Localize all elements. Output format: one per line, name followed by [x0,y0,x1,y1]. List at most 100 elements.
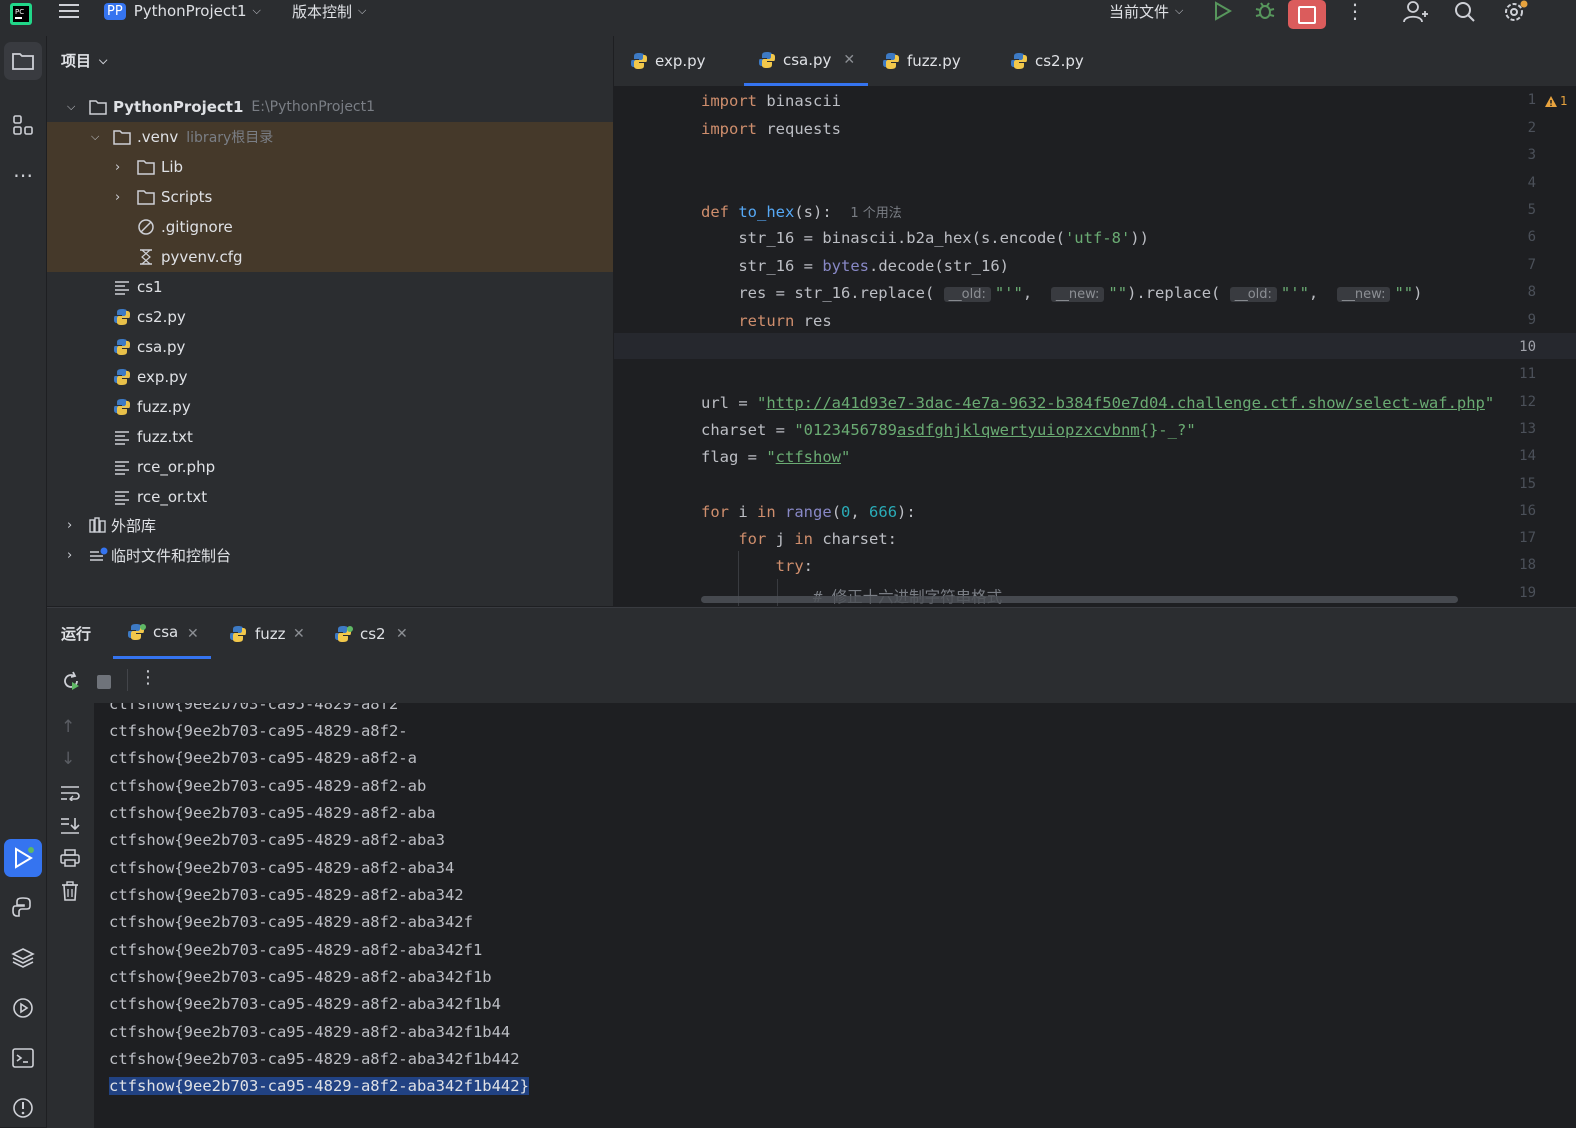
tree-item-gitignore[interactable]: .gitignore [47,212,613,242]
tree-item-cs1[interactable]: cs1 [47,272,613,302]
stop-icon[interactable] [97,675,111,689]
close-icon[interactable]: ✕ [396,608,408,659]
python-console-button[interactable] [4,889,42,927]
project-path: E:\PythonProject1 [251,99,376,115]
add-user-icon[interactable] [1402,0,1428,24]
chevron-right-icon: › [67,517,73,533]
project-tool-button[interactable] [4,42,42,80]
close-icon[interactable]: ✕ [187,608,199,659]
stop-button[interactable] [1288,0,1326,29]
param-hint: __old: [943,287,991,302]
horizontal-scrollbar[interactable] [701,596,1458,603]
arrow-down-icon[interactable]: ↓ [61,749,75,769]
tree-item-label: 外部库 [111,516,157,535]
current-line-highlight [614,333,1576,359]
run-tab-label: cs2 [360,624,386,643]
search-icon[interactable] [1454,0,1476,24]
tree-item-label: Lib [161,158,184,176]
code-line[interactable]: str_16 = bytes.decode(str_16) [701,257,1009,275]
rerun-icon[interactable] [61,671,81,695]
print-icon[interactable] [60,849,80,871]
problems-button[interactable] [4,1089,42,1127]
terminal-button[interactable] [4,1039,42,1077]
close-icon[interactable]: ✕ [843,52,855,68]
code-line[interactable]: charset = "0123456789asdfghjklqwertyuiop… [701,421,1196,439]
tree-item-fuzz-py[interactable]: fuzz.py [47,392,613,422]
tab-label: fuzz.py [907,52,961,70]
console-line: ctfshow{9ee2b703-ca95-4829-a8f2-aba342 [109,886,464,904]
tab-fuzz-py[interactable]: fuzz.py [882,36,961,86]
more-actions-icon[interactable]: ⋮ [139,667,157,688]
code-line[interactable]: def to_hex(s): 1 个用法 [701,202,902,221]
project-selector[interactable]: PP PythonProject1 ⌵ [104,0,261,22]
code-line[interactable]: for j in charset: [701,530,897,548]
run-tool-button[interactable] [4,839,42,877]
main-menu-icon[interactable] [58,0,80,22]
usage-hint[interactable]: 1 个用法 [850,206,901,221]
tree-item-rce-or-php[interactable]: rce_or.php [47,452,613,482]
url-string[interactable]: http://a41d93e7-3dac-4e7a-9632-b384f50e7… [766,394,1485,412]
charset-digits: 0123456789 [803,421,897,439]
soft-wrap-icon[interactable] [60,785,80,805]
python-packages-button[interactable] [4,939,42,977]
tree-item-pyvenv-cfg[interactable]: pyvenv.cfg [47,242,613,272]
trash-icon[interactable] [61,881,79,905]
tree-item-label: 临时文件和控制台 [111,546,232,565]
tab-exp-py[interactable]: exp.py [630,36,706,86]
code-line[interactable]: import requests [701,120,841,138]
python-file-icon [114,309,130,325]
run-tab-fuzz[interactable]: fuzz [229,608,286,659]
console-output[interactable]: ctfshow{9ee2b703-ca95-4829-a8f2 ctfshow{… [94,703,1576,1128]
more-tools-icon[interactable]: ⋯ [4,156,42,194]
project-panel-header[interactable]: 项目 ⌵ [61,50,107,71]
services-button[interactable] [4,989,42,1027]
warning-icon [1545,95,1557,107]
tree-item-external-libraries[interactable]: › 外部库 [47,510,613,540]
services-icon [13,998,33,1018]
code-line[interactable]: url = "http://a41d93e7-3dac-4e7a-9632-b3… [701,394,1494,412]
settings-gear-icon[interactable] [1502,0,1528,24]
code-line[interactable]: for i in range(0, 666): [701,503,916,521]
python-file-icon [1011,53,1027,69]
tree-item-csa-py[interactable]: csa.py [47,332,613,362]
tree-item-cs2-py[interactable]: cs2.py [47,302,613,332]
code-line[interactable]: flag = "ctfshow" [701,448,850,466]
structure-tool-button[interactable] [4,106,42,144]
text-file-icon [115,281,129,295]
tree-item-scripts[interactable]: › Scripts [47,182,613,212]
charset-letters: asdfghjklqwertyuiopzxcvbnm [897,421,1140,439]
inspection-widget[interactable]: 1 [1544,94,1568,108]
tab-csa-py[interactable]: csa.py ✕ [744,36,868,86]
tree-item-lib[interactable]: › Lib [47,152,613,182]
code-line[interactable]: try: [701,557,813,575]
line-number: 3 [1527,147,1536,163]
tree-item-scratches[interactable]: › 临时文件和控制台 [47,540,613,570]
run-config-selector[interactable]: 当前文件 ⌵ [1109,0,1183,22]
console-line: ctfshow{9ee2b703-ca95-4829-a8f2-aba342f1… [109,1050,520,1068]
code-line[interactable]: res = str_16.replace( __old: "'", __new: "… [701,284,1422,302]
code-line[interactable]: str_16 = binascii.b2a_hex(s.encode('utf-… [701,229,1149,247]
console-line-selected[interactable]: ctfshow{9ee2b703-ca95-4829-a8f2-aba342f1… [109,1077,529,1095]
tree-item-exp-py[interactable]: exp.py [47,362,613,392]
text-file-icon [115,431,129,445]
more-actions-icon[interactable]: ⋮ [1345,0,1365,23]
scroll-to-end-icon[interactable] [60,817,80,839]
debug-icon[interactable] [1254,0,1276,22]
chevron-right-icon: › [115,189,121,205]
code-line[interactable]: return res [701,312,831,330]
text-file-icon [115,491,129,505]
code-line[interactable]: import binascii [701,92,841,110]
line-number: 9 [1527,312,1536,328]
run-icon[interactable] [1212,0,1232,22]
arrow-up-icon[interactable]: ↑ [61,717,75,737]
vcs-menu[interactable]: 版本控制 ⌵ [292,0,366,22]
tree-item-project-root[interactable]: ⌵ PythonProject1 E:\PythonProject1 [47,92,613,122]
tree-item-fuzz-txt[interactable]: fuzz.txt [47,422,613,452]
config-file-icon [140,249,152,265]
vcs-label: 版本控制 [292,2,353,21]
close-icon[interactable]: ✕ [293,608,305,659]
run-tab-cs2[interactable]: cs2 [334,608,386,659]
tree-item-rce-or-txt[interactable]: rce_or.txt [47,482,613,512]
tree-item-venv[interactable]: ⌵ .venv library根目录 [47,122,613,152]
tab-cs2-py[interactable]: cs2.py [1010,36,1084,86]
